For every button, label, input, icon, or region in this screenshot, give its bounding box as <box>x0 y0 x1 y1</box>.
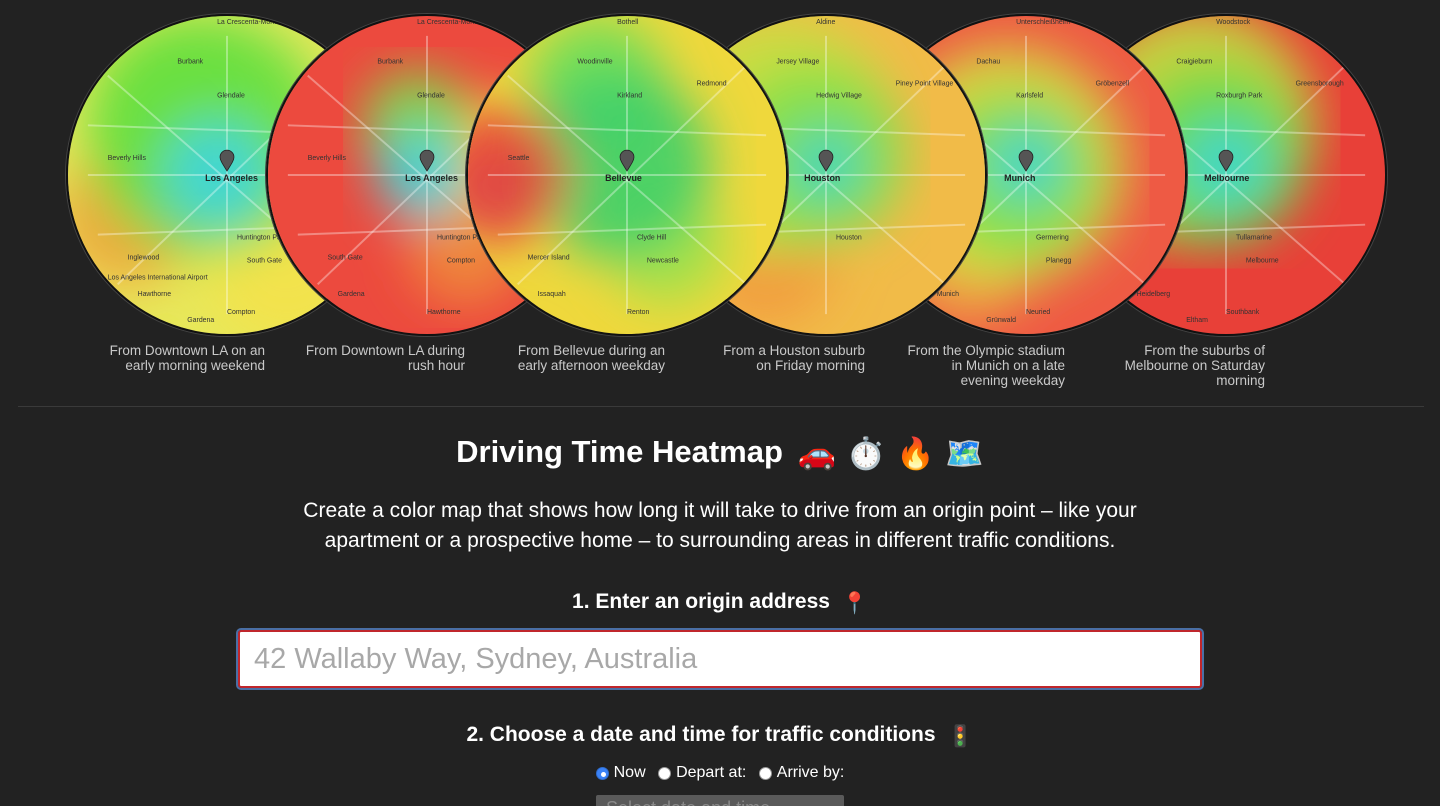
map-place-label: Eltham <box>1186 317 1208 324</box>
page-title-text: Driving Time Heatmap <box>456 434 783 469</box>
map-place-label: Tullamarine <box>1236 235 1272 242</box>
map-place-label: Piney Point Village <box>896 81 954 88</box>
map-place-label: Gröbenzell <box>1096 81 1130 88</box>
map-place-label: Mercer Island <box>528 254 570 261</box>
step-traffic-label: 2. Choose a date and time for traffic co… <box>466 723 936 746</box>
map-caption: From Downtown LA during rush hour <box>305 343 465 373</box>
map-place-label: Seattle <box>508 155 530 162</box>
map-place-label: Burbank <box>177 59 203 66</box>
map-place-label: South Gate <box>247 257 282 264</box>
map-place-label: Gardena <box>187 317 214 324</box>
map-city-label: Los Angeles <box>205 173 258 183</box>
map-place-label: Aldine <box>816 19 835 26</box>
map-place-label: Grünwald <box>986 317 1016 324</box>
map-place-label: Gardena <box>338 291 365 298</box>
step-origin-label: 1. Enter an origin address <box>572 590 830 613</box>
map-place-label: Woodstock <box>1216 19 1251 26</box>
map-place-label: La Crescenta-Montrose <box>417 19 490 26</box>
map-place-label: Jersey Village <box>776 59 819 66</box>
map-place-label: Karlsfeld <box>1016 92 1043 99</box>
map-place-label: Issaquah <box>538 291 566 298</box>
map-place-label: Hawthorne <box>138 291 172 298</box>
map-place-label: Hawthorne <box>427 309 461 316</box>
map-place-label: Kirkland <box>617 92 642 99</box>
map-place-label: Greensborough <box>1296 81 1344 88</box>
map-place-label: Melbourne <box>1246 257 1279 264</box>
fire-icon: 🔥 <box>896 436 935 471</box>
radio-now[interactable]: Now <box>595 764 646 782</box>
radio-label-now: Now <box>613 764 646 781</box>
step-traffic-heading: 2. Choose a date and time for traffic co… <box>0 723 1440 749</box>
map-place-label: Houston <box>836 235 862 242</box>
map-place-label: Germering <box>1036 235 1069 242</box>
section-divider <box>18 406 1424 407</box>
step-origin-heading: 1. Enter an origin address 📍 <box>0 590 1440 616</box>
heatmap-canvas: Bothell Woodinville Kirkland Redmond Seattle… <box>468 16 786 334</box>
map-caption: From Bellevue during an early afternoon … <box>517 343 665 373</box>
radio-button-now[interactable] <box>595 766 609 780</box>
map-place-label: Renton <box>627 309 650 316</box>
map-place-label: Planegg <box>1046 257 1072 264</box>
map-place-label: South Gate <box>328 254 363 261</box>
time-mode-radio-group: Now Depart at: Arrive by: <box>0 764 1440 785</box>
radio-label-depart-at: Depart at: <box>676 764 747 781</box>
map-place-label: Woodinville <box>577 59 612 66</box>
map-place-label: Compton <box>447 257 475 264</box>
map-place-label: Dachau <box>976 59 1000 66</box>
radio-button-depart-at[interactable] <box>658 766 672 780</box>
map-city-label: Munich <box>1004 173 1035 183</box>
map-place-label: Heidelberg <box>1137 291 1171 298</box>
map-place-label: Neuried <box>1026 309 1050 316</box>
radio-arrive-by[interactable]: Arrive by: <box>758 764 845 782</box>
map-place-label: Glendale <box>417 92 445 99</box>
map-place-label: Compton <box>227 309 255 316</box>
map-place-label: Glendale <box>217 92 245 99</box>
stopwatch-icon: ⏱️ <box>846 436 886 471</box>
radio-button-arrive-by[interactable] <box>758 766 772 780</box>
car-icon: 🚗 <box>797 436 837 471</box>
map-place-label: Bothell <box>617 19 639 26</box>
radio-depart-at[interactable]: Depart at: <box>658 764 746 782</box>
example-maps-strip: La Crescenta-MontroseBurbankGlendalePasa… <box>0 0 1440 395</box>
map-place-label: Beverly Hills <box>108 155 147 162</box>
radio-label-arrive-by: Arrive by: <box>776 764 845 781</box>
map-place-label: Los Angeles International Airport <box>108 274 208 281</box>
map-place-label: Munich <box>937 291 960 298</box>
map-place-label: Craigieburn <box>1176 59 1212 66</box>
map-caption: From Downtown LA on an early morning wee… <box>109 343 265 373</box>
map-place-label: Hedwig Village <box>816 92 862 99</box>
map-place-label: Newcastle <box>647 257 679 264</box>
map-place-label: Roxburgh Park <box>1216 92 1263 99</box>
origin-address-input[interactable] <box>236 628 1204 690</box>
map-place-label: Southbank <box>1226 309 1260 316</box>
map-city-label: Bellevue <box>605 173 642 183</box>
map-caption: From the Olympic stadium in Munich on a … <box>907 343 1065 388</box>
heatmap-example-bellevue[interactable]: Bothell Woodinville Kirkland Redmond Seattle… <box>466 14 788 336</box>
map-city-label: Houston <box>804 173 840 183</box>
datetime-picker-input[interactable]: Select date and time <box>596 795 844 806</box>
map-place-label: Unterschleißheim <box>1016 19 1070 26</box>
map-caption: From a Houston suburb on Friday morning <box>723 343 865 373</box>
map-place-label: Clyde Hill <box>637 235 667 242</box>
intro-text: Create a color map that shows how long i… <box>303 499 1137 552</box>
map-icon: 🗺️ <box>945 436 984 471</box>
pin-icon: 📍 <box>841 592 868 615</box>
map-place-label: Redmond <box>697 81 727 88</box>
page-title: Driving Time Heatmap 🚗 ⏱️ 🔥 🗺️ <box>0 434 1440 472</box>
map-place-label: La Crescenta-Montrose <box>217 19 290 26</box>
map-place-label: Inglewood <box>128 254 160 261</box>
map-place-label: Burbank <box>377 59 403 66</box>
traffic-light-icon: 🚦 <box>947 725 974 748</box>
map-city-label: Melbourne <box>1204 173 1249 183</box>
map-city-label: Los Angeles <box>405 173 458 183</box>
map-caption: From the suburbs of Melbourne on Saturda… <box>1124 343 1265 388</box>
map-place-label: Beverly Hills <box>308 155 347 162</box>
